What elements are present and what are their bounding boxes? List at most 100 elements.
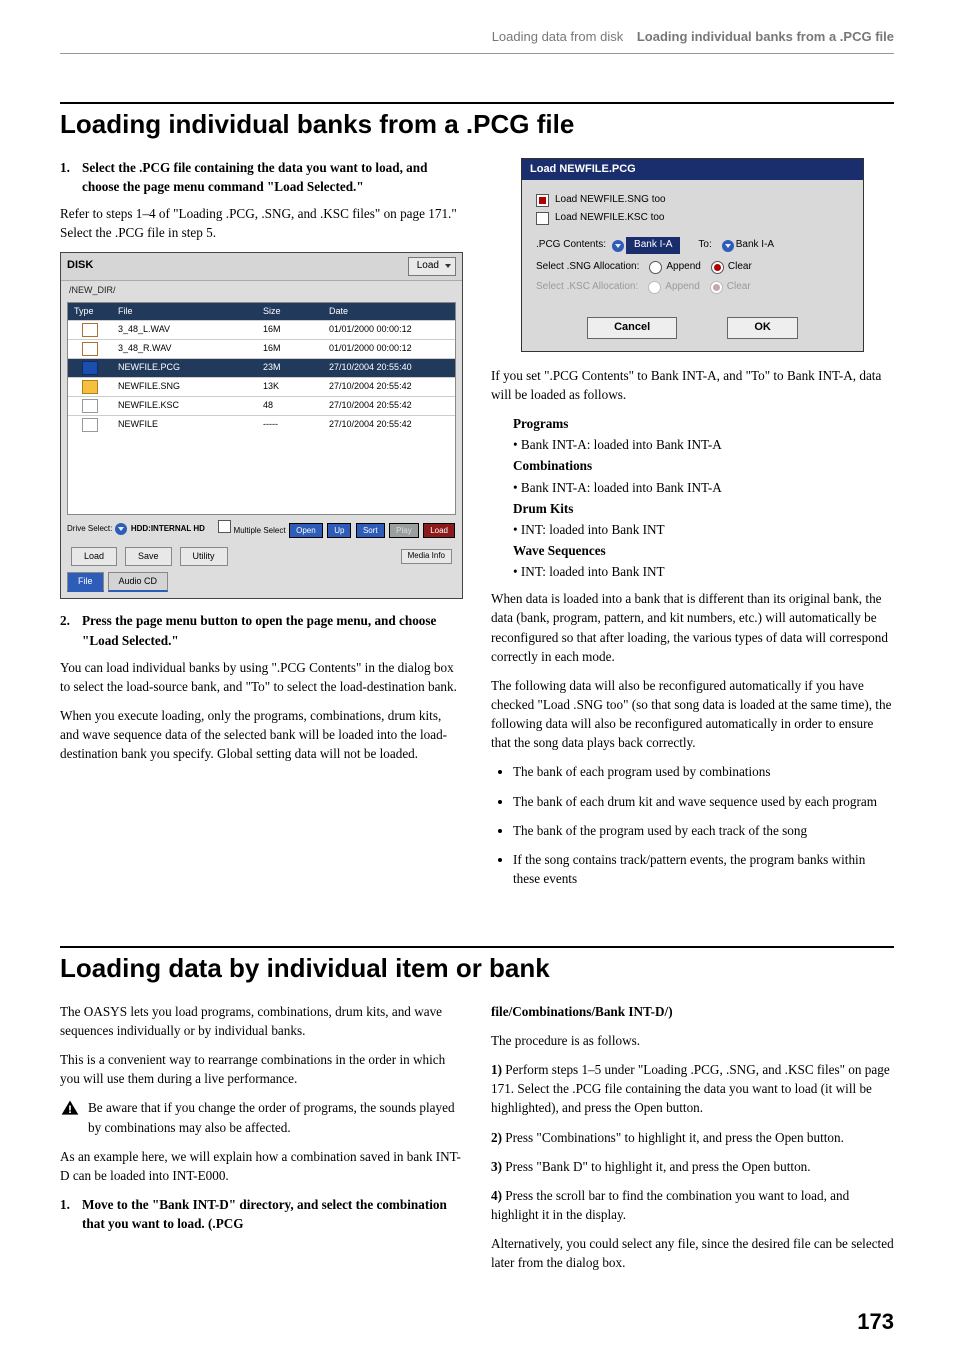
up-button[interactable]: Up bbox=[327, 523, 351, 539]
file-name: 3_48_L.WAV bbox=[112, 321, 257, 338]
file-date: 01/01/2000 00:00:12 bbox=[323, 321, 455, 338]
subhead: Programs bbox=[513, 414, 894, 433]
bullet-item: • INT: loaded into Bank INT bbox=[513, 520, 894, 539]
file-table: Type File Size Date 3_48_L.WAV16M01/01/2… bbox=[67, 302, 456, 515]
file-row[interactable]: 3_48_R.WAV16M01/01/2000 00:00:12 bbox=[68, 339, 455, 358]
body-text: If you set ".PCG Contents" to Bank INT-A… bbox=[491, 366, 894, 404]
radio-icon[interactable] bbox=[711, 261, 724, 274]
load-menu-button[interactable]: Load bbox=[408, 257, 456, 276]
to-label: To: bbox=[698, 238, 711, 253]
sng-alloc-append[interactable]: Append bbox=[649, 260, 700, 275]
sng-alloc-clear[interactable]: Clear bbox=[711, 260, 752, 275]
bottom-utility-button[interactable]: Utility bbox=[180, 547, 228, 566]
step-text: Press the page menu button to open the p… bbox=[82, 611, 463, 649]
body-text: 1) Perform steps 1–5 under "Loading .PCG… bbox=[491, 1060, 894, 1117]
step-cont: file/Combinations/Bank INT-D/) bbox=[491, 1002, 894, 1021]
body-text: Alternatively, you could select any file… bbox=[491, 1234, 894, 1272]
chevron-down-icon[interactable] bbox=[722, 240, 734, 252]
page-number: 173 bbox=[60, 1306, 894, 1338]
file-name: NEWFILE.PCG bbox=[112, 359, 257, 376]
file-row[interactable]: NEWFILE-----27/10/2004 20:55:42 bbox=[68, 415, 455, 434]
file-name: NEWFILE.KSC bbox=[112, 397, 257, 414]
drive-select-popup-icon[interactable] bbox=[115, 523, 127, 535]
bottom-save-button[interactable]: Save bbox=[125, 547, 172, 566]
pcg-contents-popup[interactable]: Bank I-A bbox=[612, 237, 680, 254]
running-head: Loading data from disk Loading individua… bbox=[60, 28, 894, 54]
dialog-title: Load NEWFILE.PCG bbox=[522, 159, 863, 181]
file-date: 27/10/2004 20:55:42 bbox=[323, 416, 455, 433]
list-item: The bank of each program used by combina… bbox=[513, 762, 894, 781]
running-head-left: Loading data from disk bbox=[492, 29, 624, 44]
media-info-button[interactable]: Media Info bbox=[401, 549, 452, 564]
multiple-select[interactable]: Multiple Select Open Up Sort Play Load bbox=[218, 520, 456, 539]
bullet-item: • Bank INT-A: loaded into Bank INT-A bbox=[513, 435, 894, 454]
drive-select[interactable]: Drive Select: HDD:INTERNAL HD bbox=[67, 523, 205, 535]
col-size: Size bbox=[257, 303, 323, 320]
body-text: When data is loaded into a bank that is … bbox=[491, 589, 894, 666]
bullet-item: • INT: loaded into Bank INT bbox=[513, 562, 894, 581]
file-size: 13K bbox=[257, 378, 323, 395]
col-date: Date bbox=[323, 303, 455, 320]
panel-title: DISK bbox=[67, 258, 93, 274]
step-number: 1. bbox=[60, 1195, 82, 1233]
file-type-icon bbox=[82, 380, 98, 394]
radio-icon bbox=[710, 281, 723, 294]
radio-icon[interactable] bbox=[649, 261, 662, 274]
checkbox-icon[interactable] bbox=[536, 212, 549, 225]
file-row[interactable]: NEWFILE.PCG23M27/10/2004 20:55:40 bbox=[68, 358, 455, 377]
ksc-alloc-append: Append bbox=[648, 280, 699, 295]
heading-1: Loading individual banks from a .PCG fil… bbox=[60, 106, 894, 144]
file-type-icon bbox=[82, 418, 98, 432]
step-text: Move to the "Bank INT-D" directory, and … bbox=[82, 1195, 463, 1233]
tab-file[interactable]: File bbox=[67, 572, 104, 592]
file-name: NEWFILE.SNG bbox=[112, 378, 257, 395]
file-row[interactable]: NEWFILE.SNG13K27/10/2004 20:55:42 bbox=[68, 377, 455, 396]
disk-load-panel: DISK Load /NEW_DIR/ Type File Size Date … bbox=[60, 252, 463, 599]
file-row[interactable]: NEWFILE.KSC4827/10/2004 20:55:42 bbox=[68, 396, 455, 415]
list-item: The bank of each drum kit and wave seque… bbox=[513, 792, 894, 811]
body-text: You can load individual banks by using "… bbox=[60, 658, 463, 696]
rule bbox=[60, 102, 894, 104]
heading-2: Loading data by individual item or bank bbox=[60, 950, 894, 988]
col-file: File bbox=[112, 303, 257, 320]
note-text: Be aware that if you change the order of… bbox=[88, 1098, 463, 1136]
load-dialog: Load NEWFILE.PCG Load NEWFILE.SNG too Lo… bbox=[521, 158, 864, 352]
file-type-icon bbox=[82, 399, 98, 413]
file-table-blank bbox=[68, 434, 455, 514]
bullet-item: • Bank INT-A: loaded into Bank INT-A bbox=[513, 478, 894, 497]
to-popup[interactable]: Bank I-A bbox=[722, 238, 774, 253]
file-size: 48 bbox=[257, 397, 323, 414]
body-text: As an example here, we will explain how … bbox=[60, 1147, 463, 1185]
file-size: 16M bbox=[257, 340, 323, 357]
file-row[interactable]: 3_48_L.WAV16M01/01/2000 00:00:12 bbox=[68, 320, 455, 339]
play-button[interactable]: Play bbox=[389, 523, 419, 539]
body-text: When you execute loading, only the progr… bbox=[60, 706, 463, 763]
subhead: Wave Sequences bbox=[513, 541, 894, 560]
subhead: Drum Kits bbox=[513, 499, 894, 518]
checkbox-icon[interactable] bbox=[218, 520, 231, 533]
file-name: NEWFILE bbox=[112, 416, 257, 433]
alert-icon bbox=[60, 1098, 80, 1118]
file-name: 3_48_R.WAV bbox=[112, 340, 257, 357]
body-text: 2) Press "Combinations" to highlight it,… bbox=[491, 1128, 894, 1147]
chevron-down-icon[interactable] bbox=[612, 240, 624, 252]
ksc-alloc-label: Select .KSC Allocation: bbox=[536, 280, 638, 295]
tab-audio-cd[interactable]: Audio CD bbox=[108, 572, 169, 592]
col-type: Type bbox=[68, 303, 112, 320]
file-size: 23M bbox=[257, 359, 323, 376]
file-date: 27/10/2004 20:55:42 bbox=[323, 397, 455, 414]
ok-button[interactable]: OK bbox=[727, 317, 798, 339]
cancel-button[interactable]: Cancel bbox=[587, 317, 677, 339]
body-text: Refer to steps 1–4 of "Loading .PCG, .SN… bbox=[60, 204, 463, 242]
load-button[interactable]: Load bbox=[423, 523, 455, 539]
subhead: Combinations bbox=[513, 456, 894, 475]
file-date: 27/10/2004 20:55:42 bbox=[323, 378, 455, 395]
load-sng-too[interactable]: Load NEWFILE.SNG too bbox=[536, 193, 849, 208]
sort-button[interactable]: Sort bbox=[356, 523, 385, 539]
body-text: The OASYS lets you load programs, combin… bbox=[60, 1002, 463, 1040]
checkbox-icon[interactable] bbox=[536, 194, 549, 207]
bottom-load-button[interactable]: Load bbox=[71, 547, 117, 566]
file-date: 27/10/2004 20:55:40 bbox=[323, 359, 455, 376]
load-ksc-too[interactable]: Load NEWFILE.KSC too bbox=[536, 211, 849, 226]
open-button[interactable]: Open bbox=[289, 523, 323, 539]
